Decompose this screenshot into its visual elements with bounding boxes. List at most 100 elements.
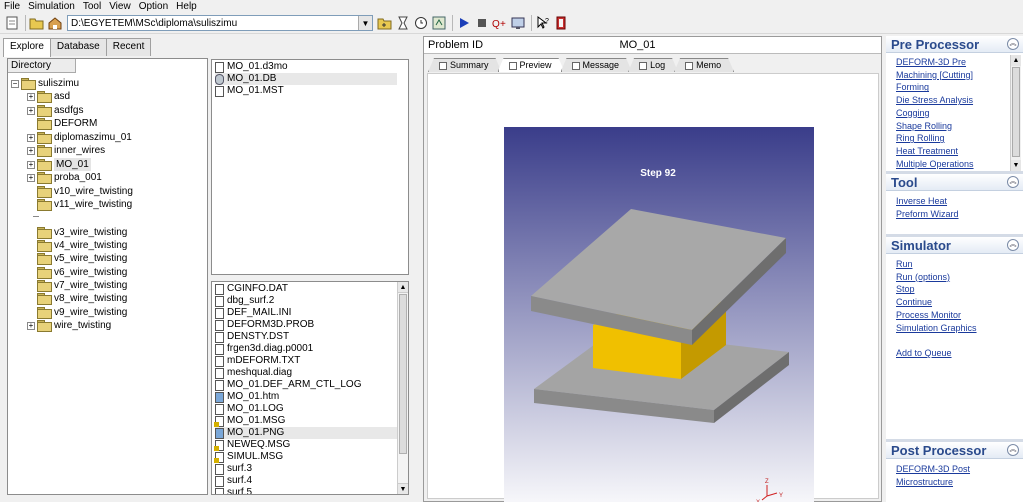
menu-view[interactable]: View: [105, 1, 135, 13]
menu-option[interactable]: Option: [135, 1, 172, 13]
collapse-icon[interactable]: −: [11, 79, 19, 88]
file-item[interactable]: CGINFO.DAT: [215, 283, 397, 295]
tree-item[interactable]: v10_wire_twisting: [27, 185, 133, 198]
link-item[interactable]: Process Monitor: [896, 310, 961, 320]
expand-icon[interactable]: +: [27, 160, 35, 169]
tree-item[interactable]: v11_wire_twisting: [27, 198, 132, 211]
file-item[interactable]: MO_01.PNG: [215, 427, 397, 439]
clock-icon[interactable]: [413, 15, 429, 31]
add-to-queue-link[interactable]: Add to Queue: [896, 348, 952, 358]
timer-icon[interactable]: [395, 15, 411, 31]
tree-item[interactable]: v9_wire_twisting: [27, 306, 127, 319]
tree-item[interactable]: + diplomaszimu_01: [27, 131, 132, 144]
menu-file[interactable]: File: [0, 1, 24, 13]
tree-item[interactable]: v6_wire_twisting: [27, 266, 127, 279]
link-item[interactable]: Multiple Operations: [896, 159, 974, 169]
scroll-up-icon[interactable]: ▲: [398, 282, 408, 293]
file-item[interactable]: MO_01.htm: [215, 391, 397, 403]
file-item[interactable]: surf.4: [215, 475, 397, 487]
new-document-icon[interactable]: [4, 15, 20, 31]
expand-icon[interactable]: +: [27, 146, 35, 155]
link-item[interactable]: DEFORM-3D Post: [896, 464, 970, 474]
file-item[interactable]: mDEFORM.TXT: [215, 355, 397, 367]
expand-icon[interactable]: +: [27, 106, 35, 115]
file-item[interactable]: NEWEQ.MSG: [214, 439, 397, 451]
tree-item[interactable]: v4_wire_twisting: [27, 239, 127, 252]
expand-icon[interactable]: +: [27, 173, 35, 182]
tab-message[interactable]: Message: [561, 58, 633, 72]
link-item[interactable]: Heat Treatment: [896, 146, 958, 156]
link-item[interactable]: Microstructure: [896, 477, 953, 487]
tool-header[interactable]: Tool ︽: [886, 174, 1023, 191]
file-item[interactable]: frgen3d.diag.p0001: [215, 343, 397, 355]
link-item[interactable]: Inverse Heat: [896, 196, 947, 206]
link-item[interactable]: Machining [Cutting]: [896, 70, 973, 80]
tree-item[interactable]: v3_wire_twisting: [27, 226, 127, 239]
refresh-icon[interactable]: [431, 15, 447, 31]
tab-summary[interactable]: Summary: [428, 58, 502, 72]
menu-tool[interactable]: Tool: [79, 1, 105, 13]
collapse-icon[interactable]: ︽: [1007, 239, 1019, 251]
scroll-thumb[interactable]: [1012, 67, 1020, 157]
help-cursor-icon[interactable]: ?: [535, 15, 551, 31]
link-item[interactable]: Forming: [896, 82, 929, 92]
collapse-icon[interactable]: ︽: [1007, 176, 1019, 188]
exit-icon[interactable]: [553, 15, 569, 31]
tree-item[interactable]: + asd: [27, 90, 70, 103]
file-item[interactable]: MO_01.d3mo: [215, 61, 397, 73]
scroll-up-icon[interactable]: ▲: [1011, 55, 1021, 66]
tree-root[interactable]: − suliszimu: [11, 77, 79, 90]
tree-item[interactable]: + asdfgs: [27, 104, 83, 117]
tree-item[interactable]: v8_wire_twisting: [27, 292, 127, 305]
file-item[interactable]: MO_01.MSG: [214, 415, 397, 427]
file-item[interactable]: MO_01.DB: [215, 73, 397, 85]
menu-help[interactable]: Help: [172, 1, 201, 13]
collapse-icon[interactable]: ︽: [1007, 444, 1019, 456]
tab-recent[interactable]: Recent: [105, 38, 152, 56]
pre-processor-scrollbar[interactable]: ▲ ▼: [1010, 55, 1021, 171]
tab-database[interactable]: Database: [49, 38, 107, 56]
home-icon[interactable]: [47, 15, 63, 31]
stop-icon[interactable]: [474, 15, 490, 31]
menu-simulation[interactable]: Simulation: [24, 1, 79, 13]
simulator-header[interactable]: Simulator ︽: [886, 237, 1023, 254]
link-item[interactable]: Ring Rolling: [896, 133, 945, 143]
file-item[interactable]: MO_01.LOG: [215, 403, 397, 415]
pre-processor-header[interactable]: Pre Processor ︽: [886, 36, 1023, 53]
expand-icon[interactable]: +: [27, 133, 35, 142]
scroll-down-icon[interactable]: ▼: [1011, 160, 1021, 171]
file-item[interactable]: DEF_MAIL.INI: [215, 307, 397, 319]
link-item[interactable]: Preform Wizard: [896, 209, 959, 219]
add-queue-icon[interactable]: Q +: [492, 15, 508, 31]
tree-item[interactable]: + proba_001: [27, 171, 102, 184]
tree-item[interactable]: v5_wire_twisting: [27, 252, 127, 265]
link-item[interactable]: DEFORM-3D Pre: [896, 57, 966, 67]
link-item[interactable]: Simulation Graphics: [896, 323, 977, 333]
tree-item[interactable]: DEFORM: [27, 117, 97, 130]
link-item[interactable]: Stop: [896, 284, 915, 294]
file-item[interactable]: DEFORM3D.PROB: [215, 319, 397, 331]
tree-item[interactable]: + inner_wires: [27, 144, 105, 157]
tree-item[interactable]: + wire_twisting: [27, 319, 111, 332]
file-item[interactable]: MO_01.DEF_ARM_CTL_LOG: [215, 379, 397, 391]
expand-icon[interactable]: +: [27, 321, 35, 330]
expand-icon[interactable]: +: [27, 92, 35, 101]
collapse-icon[interactable]: ︽: [1007, 38, 1019, 50]
run-icon[interactable]: [456, 15, 472, 31]
tab-log[interactable]: Log: [628, 58, 678, 72]
tab-preview[interactable]: Preview: [498, 58, 565, 72]
file-item[interactable]: DENSTY.DST: [215, 331, 397, 343]
tab-explore[interactable]: Explore: [3, 38, 51, 57]
file-list-scrollbar[interactable]: ▲ ▼: [397, 282, 408, 494]
link-item[interactable]: Run: [896, 259, 913, 269]
chevron-down-icon[interactable]: ▼: [358, 16, 372, 30]
directory-header[interactable]: Directory: [8, 59, 76, 73]
tab-memo[interactable]: Memo: [674, 58, 734, 72]
path-combobox[interactable]: D:\EGYETEM\MSc\diploma\suliszimu ▼: [67, 15, 373, 31]
open-folder-icon[interactable]: [29, 15, 45, 31]
link-item[interactable]: Continue: [896, 297, 932, 307]
link-item[interactable]: Run (options): [896, 272, 950, 282]
link-item[interactable]: Die Stress Analysis: [896, 95, 973, 105]
file-item[interactable]: surf.3: [215, 463, 397, 475]
scroll-thumb[interactable]: [399, 294, 407, 454]
